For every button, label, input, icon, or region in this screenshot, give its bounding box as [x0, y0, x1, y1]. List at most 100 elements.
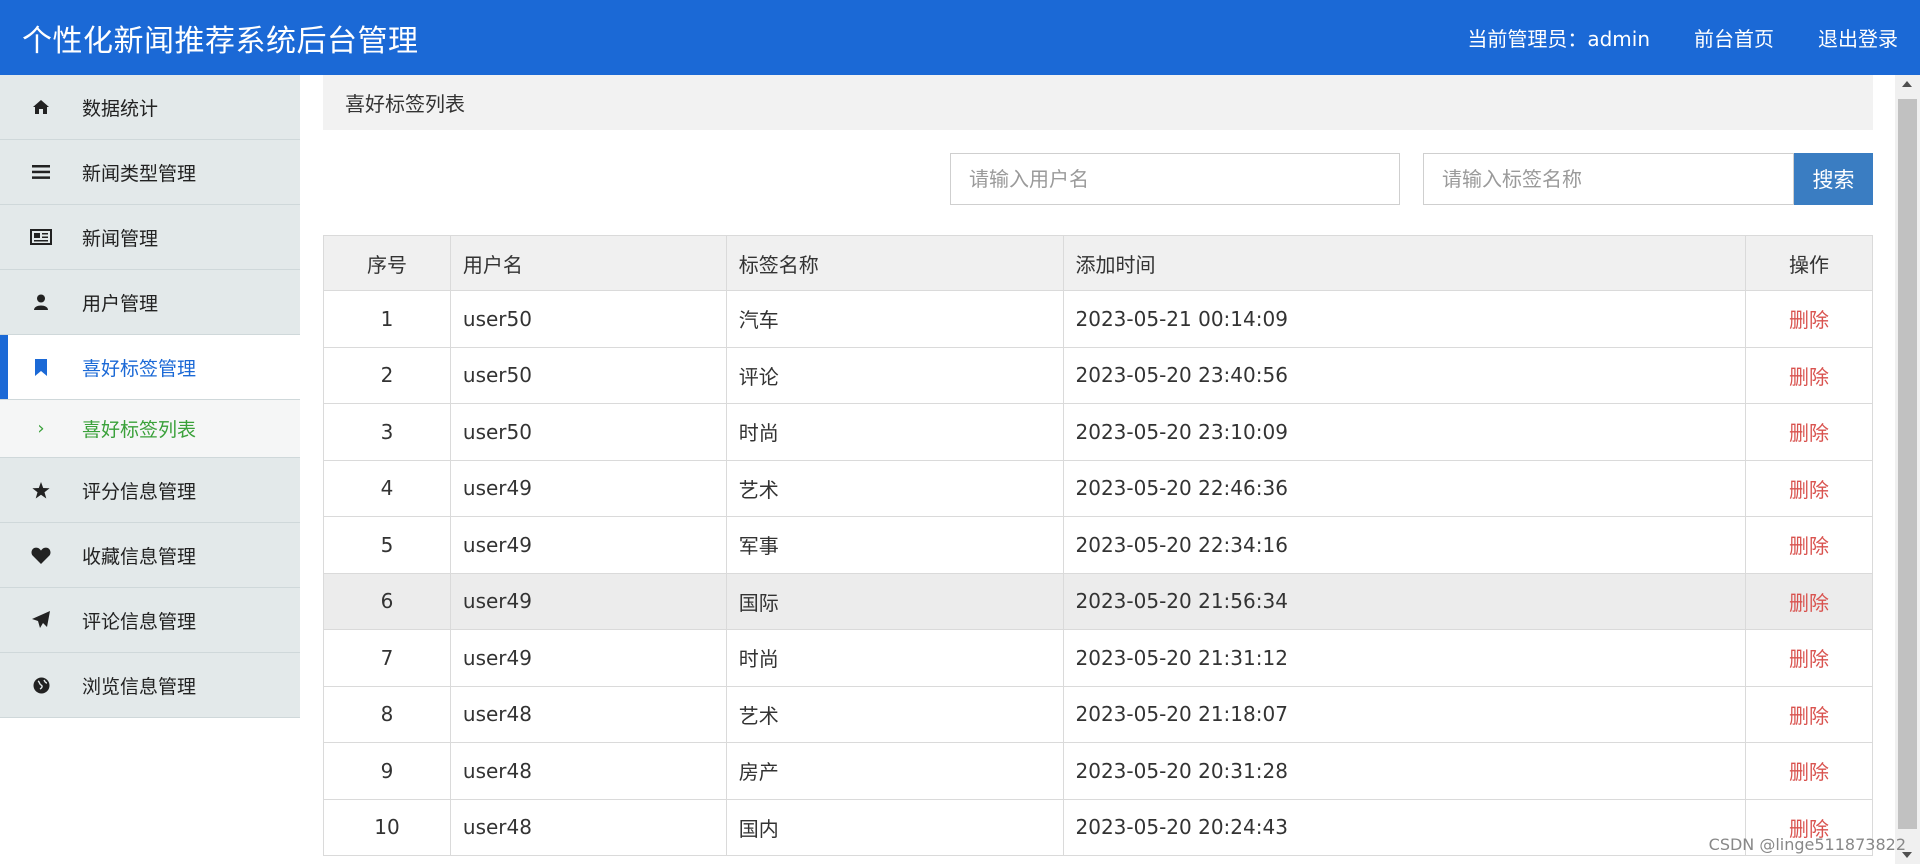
cell-action: 删除 — [1745, 742, 1873, 800]
cell-tag: 艺术 — [725, 685, 1064, 743]
bookmark-icon — [0, 358, 82, 376]
top-navbar: 个性化新闻推荐系统后台管理 当前管理员：admin 前台首页 退出登录 — [0, 0, 1920, 75]
search-bar: 搜索 — [323, 153, 1873, 205]
sidebar-item-preference-tags[interactable]: 喜好标签管理 — [0, 335, 300, 400]
delete-link[interactable]: 删除 — [1789, 421, 1829, 445]
delete-link[interactable]: 删除 — [1789, 534, 1829, 558]
cell-time: 2023-05-20 20:31:28 — [1062, 742, 1747, 800]
cell-tag: 艺术 — [725, 459, 1064, 517]
chevron-right-icon: › — [37, 418, 45, 439]
table-row: 7 user49 时尚 2023-05-20 21:31:12 删除 — [323, 629, 1873, 687]
sidebar-item-news-types[interactable]: 新闻类型管理 — [0, 140, 300, 205]
delete-link[interactable]: 删除 — [1789, 365, 1829, 389]
sidebar-item-favorites[interactable]: 收藏信息管理 — [0, 523, 300, 588]
sidebar: 数据统计 新闻类型管理 新闻管理 用户管理 喜好标签管理 › 喜好标签列表 评分… — [0, 75, 300, 864]
list-icon — [0, 165, 82, 179]
front-home-link[interactable]: 前台首页 — [1694, 23, 1774, 52]
cell-username: user50 — [449, 403, 727, 461]
cell-username: user50 — [449, 346, 727, 404]
cell-time: 2023-05-20 21:31:12 — [1062, 629, 1747, 687]
cell-time: 2023-05-20 22:46:36 — [1062, 459, 1747, 517]
sidebar-item-statistics[interactable]: 数据统计 — [0, 75, 300, 140]
cell-time: 2023-05-20 22:34:16 — [1062, 516, 1747, 574]
logout-link[interactable]: 退出登录 — [1818, 23, 1898, 52]
cell-username: user49 — [449, 629, 727, 687]
cell-username: user50 — [449, 290, 727, 348]
sidebar-item-label: 新闻管理 — [82, 227, 159, 250]
cell-no: 3 — [323, 403, 451, 461]
cell-action: 删除 — [1745, 516, 1873, 574]
scrollbar-thumb[interactable] — [1898, 99, 1917, 829]
table-row: 5 user49 军事 2023-05-20 22:34:16 删除 — [323, 516, 1873, 574]
heart-icon — [0, 547, 82, 564]
cell-time: 2023-05-20 21:18:07 — [1062, 685, 1747, 743]
cell-action: 删除 — [1745, 290, 1873, 348]
watermark: CSDN @linge511873822 — [1708, 835, 1906, 854]
cell-username: user48 — [449, 798, 727, 856]
cell-no: 8 — [323, 685, 451, 743]
sidebar-item-label: 评分信息管理 — [82, 480, 197, 503]
sidebar-item-ratings[interactable]: 评分信息管理 — [0, 458, 300, 523]
submenu-item-preference-tag-list[interactable]: › 喜好标签列表 — [0, 400, 300, 458]
app-title: 个性化新闻推荐系统后台管理 — [22, 23, 419, 59]
cell-action: 删除 — [1745, 629, 1873, 687]
delete-link[interactable]: 删除 — [1789, 760, 1829, 784]
cell-no: 9 — [323, 742, 451, 800]
user-icon — [0, 294, 82, 310]
cell-tag: 军事 — [725, 516, 1064, 574]
col-header-no: 序号 — [323, 235, 451, 291]
globe-icon — [0, 677, 82, 694]
delete-link[interactable]: 删除 — [1789, 647, 1829, 671]
home-icon — [0, 99, 82, 115]
table-row: 4 user49 艺术 2023-05-20 22:46:36 删除 — [323, 459, 1873, 517]
cell-no: 2 — [323, 346, 451, 404]
sidebar-item-browsing[interactable]: 浏览信息管理 — [0, 653, 300, 718]
col-header-time: 添加时间 — [1062, 235, 1747, 291]
cell-tag: 汽车 — [725, 290, 1064, 348]
tag-search-input[interactable] — [1423, 153, 1794, 205]
vertical-scrollbar[interactable] — [1895, 75, 1920, 864]
cell-tag: 房产 — [725, 742, 1064, 800]
send-icon — [0, 611, 82, 629]
col-header-tag: 标签名称 — [725, 235, 1064, 291]
cell-action: 删除 — [1745, 572, 1873, 630]
preference-tag-table: 序号 用户名 标签名称 添加时间 操作 1 user50 汽车 2023-05-… — [323, 235, 1873, 856]
delete-link[interactable]: 删除 — [1789, 478, 1829, 502]
search-button[interactable]: 搜索 — [1794, 153, 1873, 205]
cell-tag: 评论 — [725, 346, 1064, 404]
cell-time: 2023-05-20 20:24:43 — [1062, 798, 1747, 856]
username-search-input[interactable] — [950, 153, 1400, 205]
scroll-up-arrow-icon[interactable] — [1902, 81, 1912, 87]
newspaper-icon — [0, 229, 82, 245]
cell-no: 6 — [323, 572, 451, 630]
top-nav-links: 当前管理员：admin 前台首页 退出登录 — [1467, 23, 1898, 52]
delete-link[interactable]: 删除 — [1789, 704, 1829, 728]
cell-no: 10 — [323, 798, 451, 856]
sidebar-item-news[interactable]: 新闻管理 — [0, 205, 300, 270]
sidebar-item-label: 评论信息管理 — [82, 610, 197, 633]
panel-title: 喜好标签列表 — [323, 75, 1873, 130]
cell-no: 4 — [323, 459, 451, 517]
sidebar-item-label: 喜好标签管理 — [82, 357, 197, 380]
table-row: 3 user50 时尚 2023-05-20 23:10:09 删除 — [323, 403, 1873, 461]
delete-link[interactable]: 删除 — [1789, 308, 1829, 332]
cell-action: 删除 — [1745, 459, 1873, 517]
table-header-row: 序号 用户名 标签名称 添加时间 操作 — [323, 235, 1873, 291]
table-row: 10 user48 国内 2023-05-20 20:24:43 删除 — [323, 798, 1873, 856]
sidebar-item-users[interactable]: 用户管理 — [0, 270, 300, 335]
cell-time: 2023-05-20 23:40:56 — [1062, 346, 1747, 404]
main-content: 喜好标签列表 搜索 序号 用户名 标签名称 添加时间 操作 1 user50 汽… — [323, 75, 1873, 856]
delete-link[interactable]: 删除 — [1789, 591, 1829, 615]
cell-no: 1 — [323, 290, 451, 348]
current-admin-label: 当前管理员：admin — [1467, 27, 1650, 51]
table-row: 2 user50 评论 2023-05-20 23:40:56 删除 — [323, 346, 1873, 404]
sidebar-item-label: 收藏信息管理 — [82, 545, 197, 568]
col-header-username: 用户名 — [449, 235, 727, 291]
cell-action: 删除 — [1745, 346, 1873, 404]
cell-time: 2023-05-20 21:56:34 — [1062, 572, 1747, 630]
cell-username: user49 — [449, 572, 727, 630]
col-header-action: 操作 — [1745, 235, 1873, 291]
cell-no: 7 — [323, 629, 451, 687]
sidebar-item-comments[interactable]: 评论信息管理 — [0, 588, 300, 653]
sidebar-item-label: 用户管理 — [82, 292, 159, 315]
